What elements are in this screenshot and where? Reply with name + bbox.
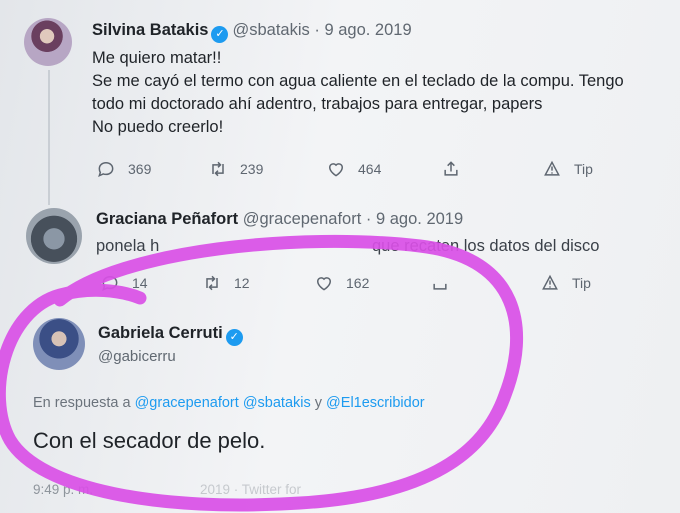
author-handle[interactable]: @gracepenafort [243,210,362,228]
author-handle-row: @gabicerru [98,348,176,365]
mention-link[interactable]: @El1escribidor [326,395,425,411]
tweet-text-end: que recaten los datos del disco [372,237,600,255]
action-bar: 369 239 464 Tip [96,157,616,181]
retweet-count: 239 [240,161,264,177]
reply-context: En respuesta a @gracepenafort @sbatakis … [33,395,425,411]
avatar[interactable] [24,18,72,66]
verified-badge-icon: ✓ [225,329,243,346]
retweet-button[interactable]: 12 [202,271,250,295]
action-bar: 14 12 162 Tip [100,271,620,295]
retweet-button[interactable]: 239 [208,157,263,181]
author-handle[interactable]: @gabicerru [98,348,176,365]
separator: · [314,21,320,39]
mention-link[interactable]: @gracepenafort [135,395,239,411]
tweet-date[interactable]: 9 ago. 2019 [376,210,463,228]
focused-tweet-text: Con el secador de pelo. [33,428,266,453]
retweet-count: 12 [234,275,250,291]
reply-button[interactable]: 369 [96,157,151,181]
share-icon [433,283,447,290]
retweet-icon [206,275,218,291]
tweet-line: Me quiero matar!! [92,49,222,67]
tweet-header: Gabriela Cerruti ✓ [98,324,247,346]
tip-icon [542,274,558,290]
thread-line [48,70,50,205]
like-count: 464 [358,161,382,177]
tip-button[interactable]: Tip [542,157,593,181]
author-name[interactable]: Graciana Peñafort [96,210,238,228]
author-handle[interactable]: @sbatakis [232,21,309,39]
tweet-text-start: ponela h [96,237,160,255]
share-button[interactable] [430,271,462,295]
reply-count: 14 [132,275,148,291]
tweet-header: Graciana Peñafort @gracepenafort · 9 ago… [96,210,463,229]
avatar[interactable] [33,318,85,370]
tip-button[interactable]: Tip [540,271,591,295]
tweet-meta: 2019 · Twitter for [200,482,302,497]
reply-conjunction: y [314,395,323,411]
verified-badge-icon: ✓ [211,26,229,43]
like-button[interactable]: 162 [314,271,369,295]
tweet-text: Me quiero matar!! Se me cayó el termo co… [92,47,624,139]
heart-icon [328,163,344,177]
retweet-icon [212,161,224,177]
share-icon [444,161,458,176]
reply-button[interactable]: 14 [100,271,148,295]
reply-icon [102,275,118,292]
tweet-line: todo mi doctorado ahí adentro, trabajos … [92,95,543,113]
author-name[interactable]: Silvina Batakis [92,21,208,39]
mention-link[interactable]: @sbatakis [243,395,311,411]
reply-prefix: En respuesta a [33,395,131,411]
like-count: 162 [346,275,370,291]
reply-icon [98,161,114,178]
tweet-text: ponela h [96,235,159,258]
separator: · [365,210,372,228]
tip-label: Tip [572,275,591,291]
heart-icon [316,277,332,291]
like-button[interactable]: 464 [326,157,381,181]
tip-icon [544,160,560,176]
avatar[interactable] [26,208,82,264]
share-button[interactable] [441,157,473,181]
tweet-line: No puedo creerlo! [92,118,224,136]
reply-count: 369 [128,161,152,177]
tweet-date[interactable]: 9 ago. 2019 [324,21,411,39]
author-name[interactable]: Gabriela Cerruti [98,324,223,342]
tweet-header: Silvina Batakis ✓ @sbatakis · 9 ago. 2019 [92,21,412,43]
tweet-timestamp[interactable]: 9:49 p. m. [33,482,93,497]
tip-label: Tip [574,161,593,177]
tweet-line: Se me cayó el termo con agua caliente en… [92,72,624,90]
